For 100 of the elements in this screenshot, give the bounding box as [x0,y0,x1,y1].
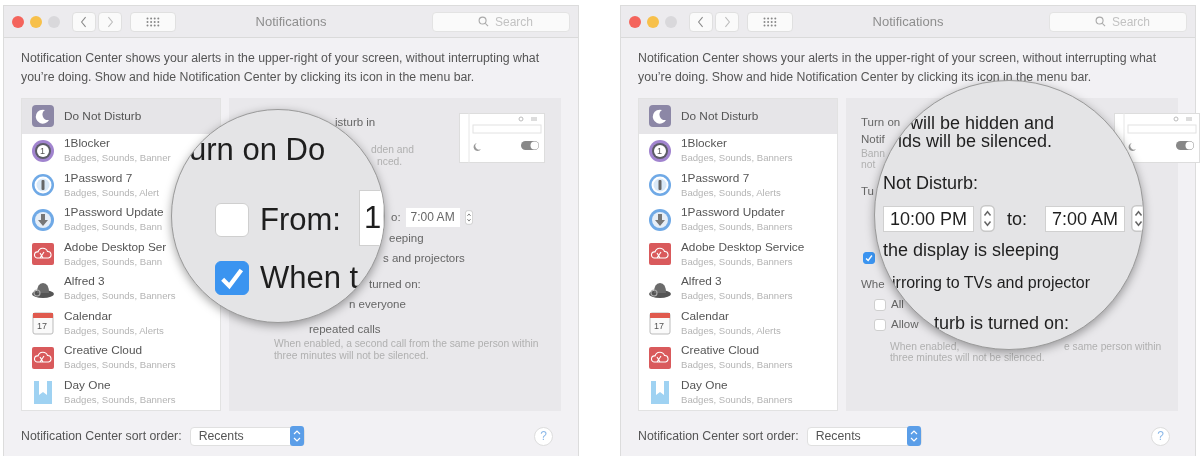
app-name: Creative Cloud [681,343,761,359]
app-alert-styles: Badges, Sounds, Banners [64,358,176,373]
setting-text: Whe [861,277,885,292]
app-list-item[interactable]: 17 Calendar Badges, Sounds, Alerts [639,306,781,341]
app-alert-styles: Badges, Sounds, Bann [64,220,164,235]
ring-icon [648,138,672,163]
chevron-left-icon [80,15,88,28]
icon-number: 1 [40,144,45,157]
cloud-icon [648,345,672,370]
close-icon[interactable] [12,15,24,28]
checkbox-label: All [891,297,904,312]
app-name: Adobe Desktop Service [681,239,805,255]
back-button[interactable] [689,11,713,32]
app-list-item[interactable]: 1Password 7 Badges, Sounds, Alert [22,168,159,203]
app-name: Alfred 3 [681,274,723,290]
window-title: Notifications [255,14,327,29]
download-icon [31,207,55,232]
app-list-item[interactable]: Creative Cloud Badges, Sounds, Banners [639,340,793,375]
to-label: to: [1007,207,1028,230]
show-all-button[interactable] [747,11,793,32]
setting-text: repeated calls [309,322,381,337]
search-field[interactable]: Search [432,11,570,32]
grid-icon [146,16,160,27]
app-name: 1Blocker [64,136,111,152]
chevron-right-icon [106,15,114,28]
search-icon [1095,15,1106,27]
setting-text: s and projectors [383,251,465,266]
close-icon[interactable] [629,15,641,28]
moon-icon [31,104,55,129]
search-field[interactable]: Search [1049,11,1187,32]
forward-button[interactable] [98,11,122,32]
sort-order-select[interactable]: Recents [189,426,305,446]
app-list-item[interactable]: 17 Calendar Badges, Sounds, Alerts [22,306,164,341]
app-list-item[interactable]: Adobe Desktop Ser Badges, Sounds, Bann [22,237,167,272]
app-alert-styles: Badges, Sounds, Alerts [681,323,781,338]
setting-text: isturb in [335,115,376,130]
sort-order-label: Notification Center sort order: [21,429,182,443]
app-list-item[interactable]: Adobe Desktop Service Badges, Sounds, Banners [639,237,805,272]
app-list-item[interactable]: Creative Cloud Badges, Sounds, Banners [22,340,176,375]
app-alert-styles: Badges, Sounds, Alert [64,185,159,200]
minimize-icon[interactable] [647,15,659,28]
cloud-icon [648,242,672,267]
checkbox[interactable] [874,298,886,311]
back-button[interactable] [72,11,96,32]
time-field[interactable]: 10:00 PM [883,205,975,232]
cloud-icon [31,345,55,370]
stepper-icon [906,426,921,446]
note-text: not [861,159,876,171]
app-name: Do Not Disturb [64,108,142,124]
app-alert-styles: Badges, Sounds, Banners [681,392,793,407]
app-list-item[interactable]: 1Password 7 Badges, Sounds, Alerts [639,168,781,203]
ring-icon [31,138,55,163]
app-alert-styles: Badges, Sounds, Banners [681,254,794,269]
magnified-text: turb is turned on: [934,312,1070,334]
keyhole-icon [31,173,55,198]
download-icon [648,207,672,232]
time-field[interactable]: 7:00 AM [1045,205,1126,232]
checkbox[interactable] [874,318,886,331]
app-list-item[interactable]: 1Password Update Badges, Sounds, Bann [22,202,164,237]
minimize-icon[interactable] [30,15,42,28]
app-list-item[interactable]: Day One Badges, Sounds, Banners [639,375,793,410]
app-list-item[interactable]: Day One Badges, Sounds, Banners [22,375,176,410]
app-name: 1Password 7 [64,170,134,186]
chevron-right-icon [723,15,731,28]
app-alert-styles: Badges, Sounds, Banners [681,358,793,373]
stepper-icon[interactable] [464,210,473,225]
stepper-icon[interactable] [1131,205,1143,232]
app-name: Creative Cloud [64,343,144,359]
app-alert-styles: Badges, Sounds, Bann [64,254,164,269]
sort-order-label: Notification Center sort order: [638,429,799,443]
checkbox[interactable] [215,261,249,295]
checkbox[interactable] [863,252,875,264]
show-all-button[interactable] [130,11,176,32]
app-list-item[interactable]: 1Password Updater Badges, Sounds, Banners [639,202,793,237]
stepper-icon[interactable] [980,205,996,232]
time-field[interactable]: 7:00 AM [405,208,460,227]
checkbox-label: When t [260,260,359,296]
magnified-text: the display is sleeping [883,239,1060,261]
stepper-icon [289,426,304,446]
calendar-icon [31,311,55,336]
app-list-item[interactable]: 1 1Blocker Badges, Sounds, Banner [22,133,171,168]
app-alert-styles: Badges, Sounds, Banners [64,392,176,407]
icon-number: 17 [654,321,664,333]
app-list-item[interactable]: Do Not Disturb [22,99,220,134]
checkbox[interactable] [215,203,249,237]
chevron-left-icon [697,15,705,28]
setting-text: Notif [861,132,885,147]
setting-text: n everyone [349,297,406,312]
sort-order-select[interactable]: Recents [806,426,922,446]
forward-button[interactable] [715,11,739,32]
time-field[interactable]: 1 [359,190,384,246]
app-name: 1Password Update [64,205,164,221]
app-list-item[interactable]: Alfred 3 Badges, Sounds, Banners [22,271,176,306]
app-name: Calendar [681,308,730,324]
app-list-item[interactable]: Alfred 3 Badges, Sounds, Banners [639,271,793,306]
app-name: Day One [681,377,729,393]
setting-text: eeping [389,231,424,246]
app-list-item[interactable]: Do Not Disturb [639,99,837,134]
app-list-item[interactable]: 1 1Blocker Badges, Sounds, Banners [639,133,793,168]
magnified-text: irroring to TVs and projector [892,273,1090,293]
